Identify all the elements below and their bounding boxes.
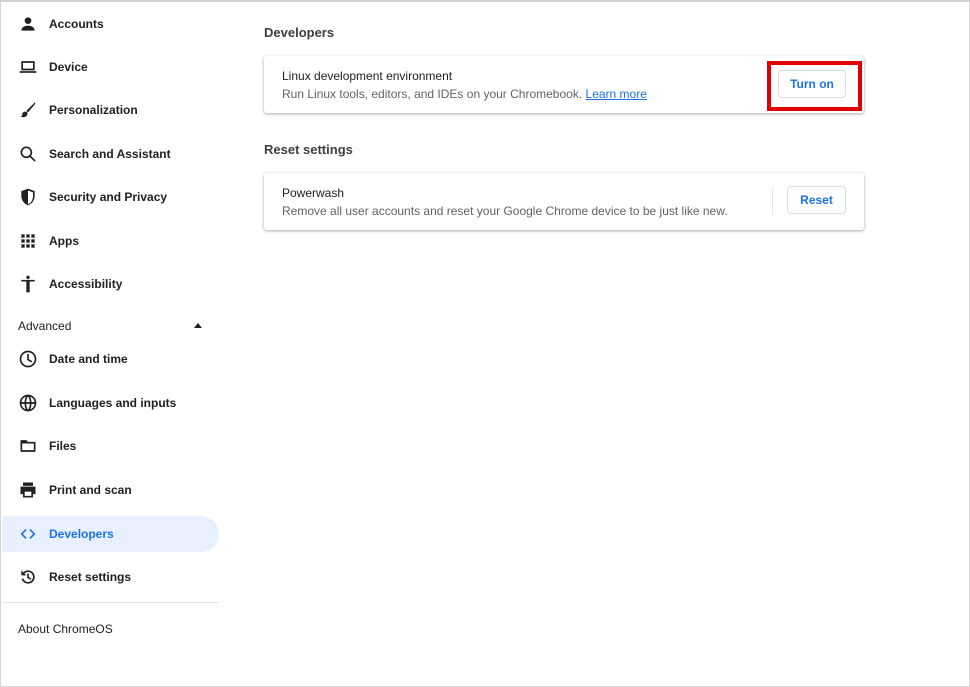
sidebar-item-label: Device (49, 60, 88, 74)
caret-up-icon (194, 323, 202, 328)
sidebar-item-label: Search and Assistant (49, 147, 171, 161)
sidebar-item-label: Accounts (49, 17, 104, 31)
sidebar-item-security-and-privacy[interactable]: Security and Privacy (2, 179, 219, 215)
accessibility-icon (18, 274, 38, 294)
sidebar-item-label: Reset settings (49, 570, 132, 584)
code-icon (18, 524, 38, 544)
sidebar-item-search-and-assistant[interactable]: Search and Assistant (2, 136, 219, 172)
sidebar-item-reset-settings[interactable]: Reset settings (2, 559, 219, 595)
folder-icon (18, 436, 38, 456)
sidebar-item-languages-and-inputs[interactable]: Languages and inputs (2, 385, 219, 421)
sidebar-item-label: Personalization (49, 103, 138, 117)
sidebar-item-files[interactable]: Files (2, 428, 219, 464)
sidebar-item-label: Developers (49, 527, 114, 541)
sidebar-item-developers[interactable]: Developers (2, 516, 219, 552)
developers-section-title: Developers (264, 25, 335, 40)
powerwash-title: Powerwash (282, 186, 345, 200)
sidebar-item-label: Files (49, 439, 77, 453)
sidebar-item-label: Date and time (49, 352, 128, 366)
brush-icon (18, 100, 38, 120)
sidebar-item-label: Accessibility (49, 277, 123, 291)
card-separator (772, 188, 773, 215)
reset-icon (18, 567, 38, 587)
search-icon (18, 144, 38, 164)
sidebar-item-label: Apps (49, 234, 79, 248)
sidebar-item-date-and-time[interactable]: Date and time (2, 341, 219, 377)
apps-grid-icon (18, 231, 38, 251)
linux-dev-env-description: Run Linux tools, editors, and IDEs on yo… (282, 87, 583, 101)
powerwash-card: Powerwash Remove all user accounts and r… (264, 173, 864, 230)
sidebar-item-label: Print and scan (49, 483, 132, 497)
linux-dev-env-title: Linux development environment (282, 69, 453, 83)
linux-dev-env-subtitle: Run Linux tools, editors, and IDEs on yo… (282, 87, 647, 101)
about-label: About ChromeOS (18, 622, 113, 636)
learn-more-link[interactable]: Learn more (586, 87, 647, 101)
sidebar-item-about[interactable]: About ChromeOS (2, 614, 219, 644)
reset-button[interactable]: Reset (787, 186, 846, 214)
sidebar-item-accessibility[interactable]: Accessibility (2, 266, 219, 302)
shield-icon (18, 187, 38, 207)
globe-icon (18, 393, 38, 413)
sidebar-item-personalization[interactable]: Personalization (2, 92, 219, 128)
laptop-icon (18, 57, 38, 77)
advanced-label: Advanced (18, 319, 72, 333)
sidebar-item-label: Security and Privacy (49, 190, 168, 204)
highlight-box (767, 61, 862, 111)
sidebar-item-print-and-scan[interactable]: Print and scan (2, 472, 219, 508)
sidebar-divider (0, 602, 219, 603)
reset-section-title: Reset settings (264, 142, 353, 157)
powerwash-subtitle: Remove all user accounts and reset your … (282, 204, 728, 218)
sidebar-item-device[interactable]: Device (2, 49, 219, 85)
clock-icon (18, 349, 38, 369)
sidebar-item-apps[interactable]: Apps (2, 223, 219, 259)
printer-icon (18, 480, 38, 500)
sidebar: Accounts Device Personalization Search a… (0, 0, 222, 687)
sidebar-item-accounts[interactable]: Accounts (2, 6, 219, 42)
advanced-section-toggle[interactable]: Advanced (2, 311, 219, 341)
person-icon (18, 14, 38, 34)
sidebar-item-label: Languages and inputs (49, 396, 177, 410)
